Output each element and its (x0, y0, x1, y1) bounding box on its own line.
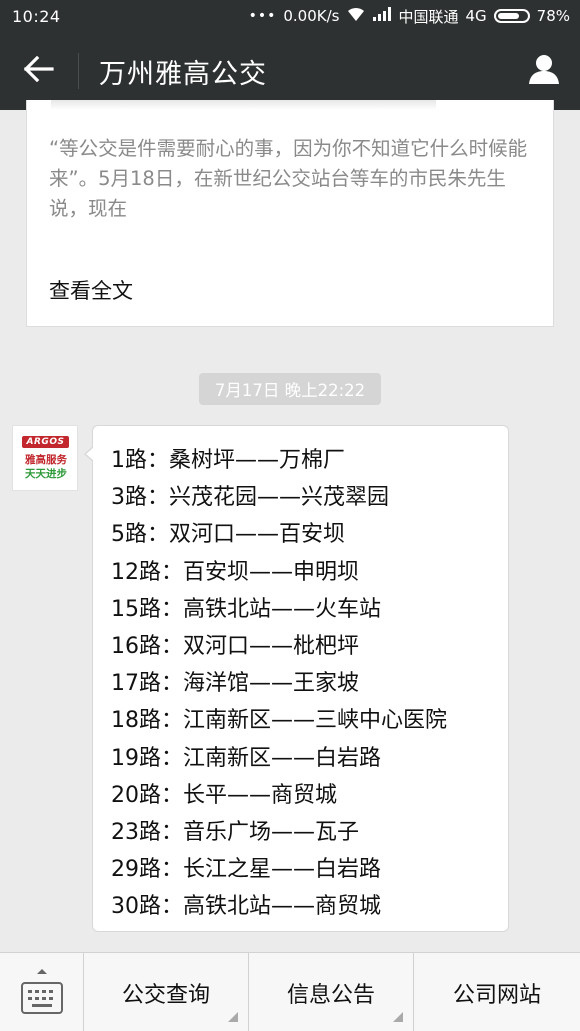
route-line: 20路：长平——商贸城 (111, 782, 337, 808)
avatar[interactable]: ARGOS 雅高服务 天天进步 (12, 425, 78, 491)
route-line: 15路：高铁北站——火车站 (111, 596, 381, 622)
route-line: 3路：兴茂花园——兴茂翠园 (111, 485, 389, 511)
avatar-slogan-1: 雅高服务 (25, 454, 67, 466)
route-line: 19路：江南新区——白岩路 (111, 745, 381, 771)
route-line: 5路：双河口——百安坝 (111, 522, 345, 548)
article-excerpt: “等公交是件需要耐心的事，因为你不知道它什么时候能来”。5月18日，在新世纪公交… (49, 137, 528, 220)
signal-icon (373, 7, 392, 25)
message-bubble: 1路：桑树坪——万棉厂 3路：兴茂花园——兴茂翠园 5路：双河口——百安坝 12路：百… (84, 425, 509, 932)
menu-company-site[interactable]: 公司网站 (414, 953, 580, 1031)
carrier-name: 中国联通 (398, 7, 459, 26)
network-speed: 0.00K/s (283, 7, 340, 25)
argos-logo: ARGOS (22, 436, 69, 448)
route-line: 1路：桑树坪——万棉厂 (111, 448, 345, 473)
route-line: 23路：音乐广场——瓦子 (111, 820, 359, 846)
submenu-indicator-icon (228, 1012, 238, 1022)
menu-label: 公交查询 (121, 982, 210, 1008)
menu-label: 信息公告 (286, 982, 375, 1008)
bottom-menu: 公交查询 信息公告 公司网站 (0, 952, 580, 1031)
route-line: 29路：长江之星——白岩路 (111, 857, 381, 883)
battery-icon (493, 9, 530, 23)
article-image-edge (51, 100, 436, 110)
menu-label: 公司网站 (452, 982, 541, 1008)
avatar-slogan-2: 天天进步 (25, 468, 67, 480)
nav-divider (78, 53, 79, 89)
status-time: 10:24 (12, 6, 61, 26)
status-bar: 10:24 ••• 0.00K/s 中国联通 4G 78% (0, 0, 580, 32)
menu-announcements[interactable]: 信息公告 (249, 953, 414, 1031)
battery-percent: 78% (536, 7, 570, 25)
route-line: 12路：百安坝——申明坝 (111, 559, 359, 585)
person-icon (528, 53, 560, 89)
back-arrow-icon (23, 55, 54, 86)
route-line: 16路：双河口——枇杷坪 (111, 634, 359, 660)
route-list: 1路：桑树坪——万棉厂 3路：兴茂花园——兴茂翠园 5路：双河口——百安坝 12路：百… (111, 442, 447, 926)
route-line: 17路：海洋馆——王家坡 (111, 671, 359, 697)
read-more-link[interactable]: 查看全文 (49, 275, 133, 305)
nav-bar: 万州雅高公交 (0, 32, 580, 110)
keyboard-icon (21, 982, 63, 1014)
route-line: 18路：江南新区——三峡中心医院 (111, 708, 447, 734)
article-card[interactable]: “等公交是件需要耐心的事，因为你不知道它什么时候能来”。5月18日，在新世纪公交… (26, 100, 554, 327)
keyboard-toggle-button[interactable] (0, 953, 84, 1031)
wifi-icon (346, 6, 366, 26)
page-title: 万州雅高公交 (99, 58, 267, 90)
route-line: 30路：高铁北站——商贸城 (111, 894, 381, 920)
submenu-indicator-icon (393, 1012, 403, 1022)
network-type: 4G (465, 7, 487, 25)
caret-up-icon (37, 969, 47, 974)
menu-bus-query[interactable]: 公交查询 (84, 953, 249, 1031)
notification-dots-icon: ••• (248, 8, 277, 24)
profile-button[interactable] (508, 32, 580, 110)
battery-fill (497, 13, 520, 19)
status-indicators: ••• 0.00K/s 中国联通 4G 78% (249, 6, 570, 27)
back-button[interactable] (0, 32, 78, 110)
message-timestamp: 7月17日 晚上22:22 (199, 373, 381, 405)
